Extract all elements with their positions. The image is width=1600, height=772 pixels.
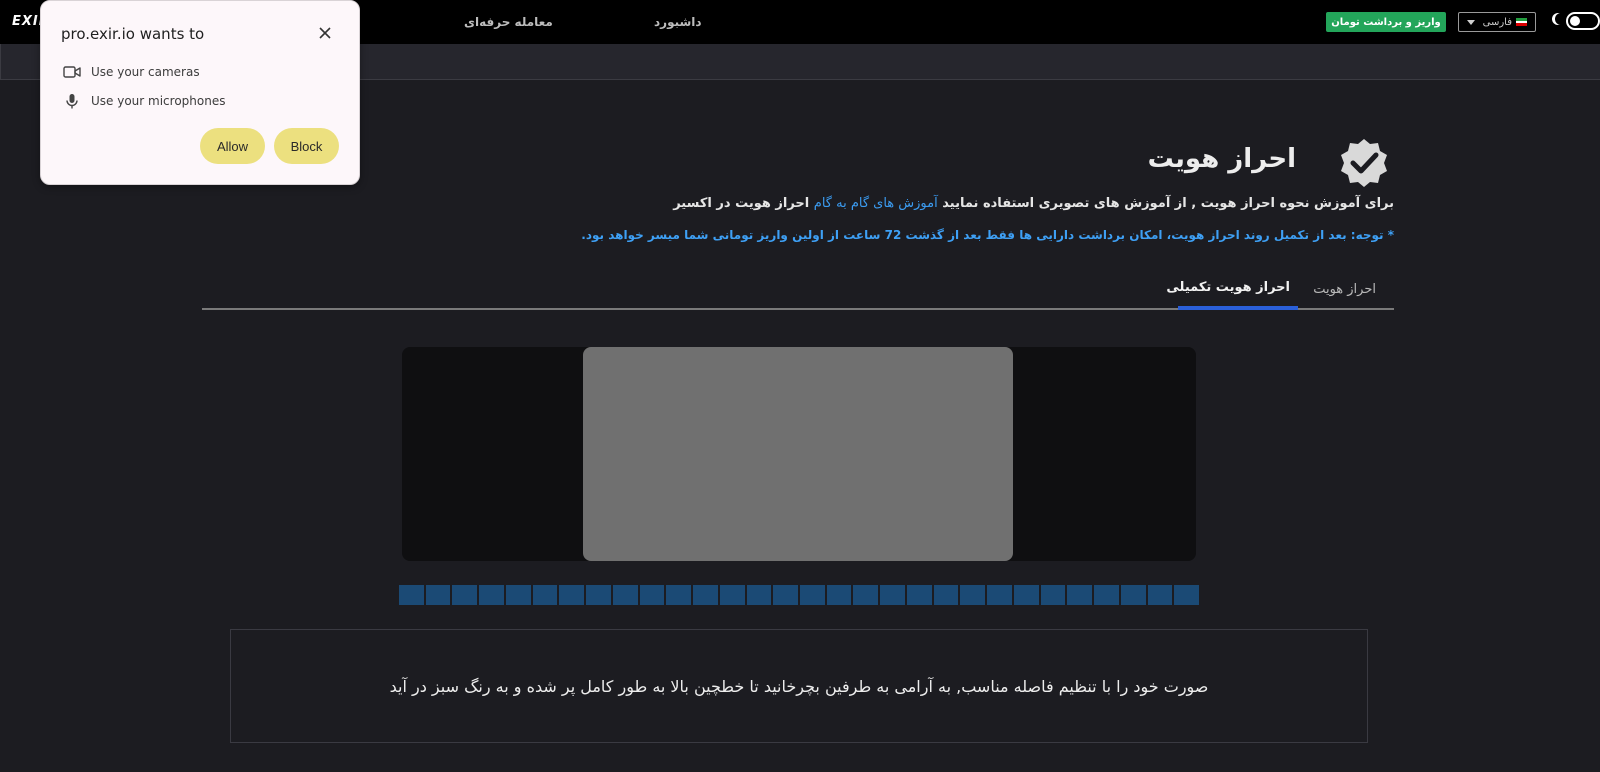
progress-cell — [479, 585, 504, 605]
progress-cell — [612, 585, 638, 605]
permission-dialog: pro.exir.io wants to Use your cameras Us… — [40, 0, 360, 185]
progress-cell — [1013, 585, 1039, 605]
progress-cell — [693, 585, 718, 605]
tab-advanced-verification[interactable]: احراز هویت تکمیلی — [1166, 270, 1298, 310]
permission-microphone-row: Use your microphones — [63, 92, 225, 110]
progress-cell — [1174, 585, 1200, 605]
page-title: احراز هویت — [1147, 144, 1296, 174]
permission-camera-row: Use your cameras — [63, 65, 200, 79]
theme-toggle[interactable] — [1566, 12, 1600, 30]
chevron-down-icon — [1467, 19, 1475, 25]
progress-cell — [1040, 585, 1066, 605]
camera-preview — [583, 347, 1013, 561]
progress-cell — [719, 585, 745, 605]
progress-cell — [586, 585, 611, 605]
nav-dashboard[interactable]: داشبورد — [654, 15, 702, 29]
language-label: فارسی — [1482, 16, 1512, 28]
progress-cell — [639, 585, 665, 605]
language-select[interactable]: فارسی — [1458, 12, 1536, 32]
progress-cell — [399, 585, 424, 605]
progress-cell — [532, 585, 558, 605]
progress-cell — [1094, 585, 1119, 605]
progress-cell — [746, 585, 772, 605]
progress-cell — [987, 585, 1012, 605]
camera-icon — [63, 66, 81, 78]
progress-cell — [452, 585, 478, 605]
face-scan-progress — [399, 585, 1200, 605]
tab-basic-verification[interactable]: احراز هویت — [1313, 282, 1376, 297]
close-icon[interactable] — [315, 23, 335, 43]
progress-cell — [933, 585, 959, 605]
progress-cell — [666, 585, 692, 605]
progress-cell — [906, 585, 932, 605]
tutorial-link[interactable]: آموزش های گام به گام — [814, 196, 938, 211]
progress-cell — [880, 585, 905, 605]
progress-cell — [960, 585, 986, 605]
progress-cell — [1147, 585, 1173, 605]
nav-pro-trade[interactable]: معامله حرفه‌ای — [464, 15, 553, 29]
instruction-box: صورت خود را با تنظیم فاصله مناسب, به آرا… — [230, 629, 1368, 743]
toman-deposit-withdraw-button[interactable]: واریز و برداشت تومان — [1326, 12, 1446, 32]
camera-frame — [402, 347, 1196, 561]
progress-cell — [425, 585, 451, 605]
microphone-icon — [66, 94, 78, 109]
progress-cell — [559, 585, 585, 605]
progress-cell — [1067, 585, 1093, 605]
intro-text-after: احراز هویت در اکسیر — [673, 196, 810, 211]
progress-cell — [505, 585, 531, 605]
progress-cell — [826, 585, 852, 605]
intro-text-before: برای آموزش نحوه احراز هویت , از آموزش ها… — [937, 196, 1394, 211]
withdrawal-notice: * توجه: بعد از تکمیل روند احراز هویت، ام… — [581, 228, 1394, 242]
verified-badge-icon — [1341, 139, 1387, 187]
permission-title: pro.exir.io wants to — [61, 25, 205, 43]
verification-tabs: احراز هویت احراز هویت تکمیلی — [202, 270, 1394, 310]
instruction-text: صورت خود را با تنظیم فاصله مناسب, به آرا… — [389, 676, 1209, 696]
progress-cell — [773, 585, 799, 605]
progress-cell — [1120, 585, 1146, 605]
progress-cell — [853, 585, 879, 605]
permission-microphone-label: Use your microphones — [91, 94, 226, 108]
iran-flag-icon — [1516, 18, 1527, 27]
allow-button[interactable]: Allow — [200, 128, 265, 164]
block-button[interactable]: Block — [274, 128, 339, 164]
permission-camera-label: Use your cameras — [91, 65, 200, 79]
progress-cell — [800, 585, 825, 605]
intro-text: برای آموزش نحوه احراز هویت , از آموزش ها… — [673, 196, 1394, 211]
